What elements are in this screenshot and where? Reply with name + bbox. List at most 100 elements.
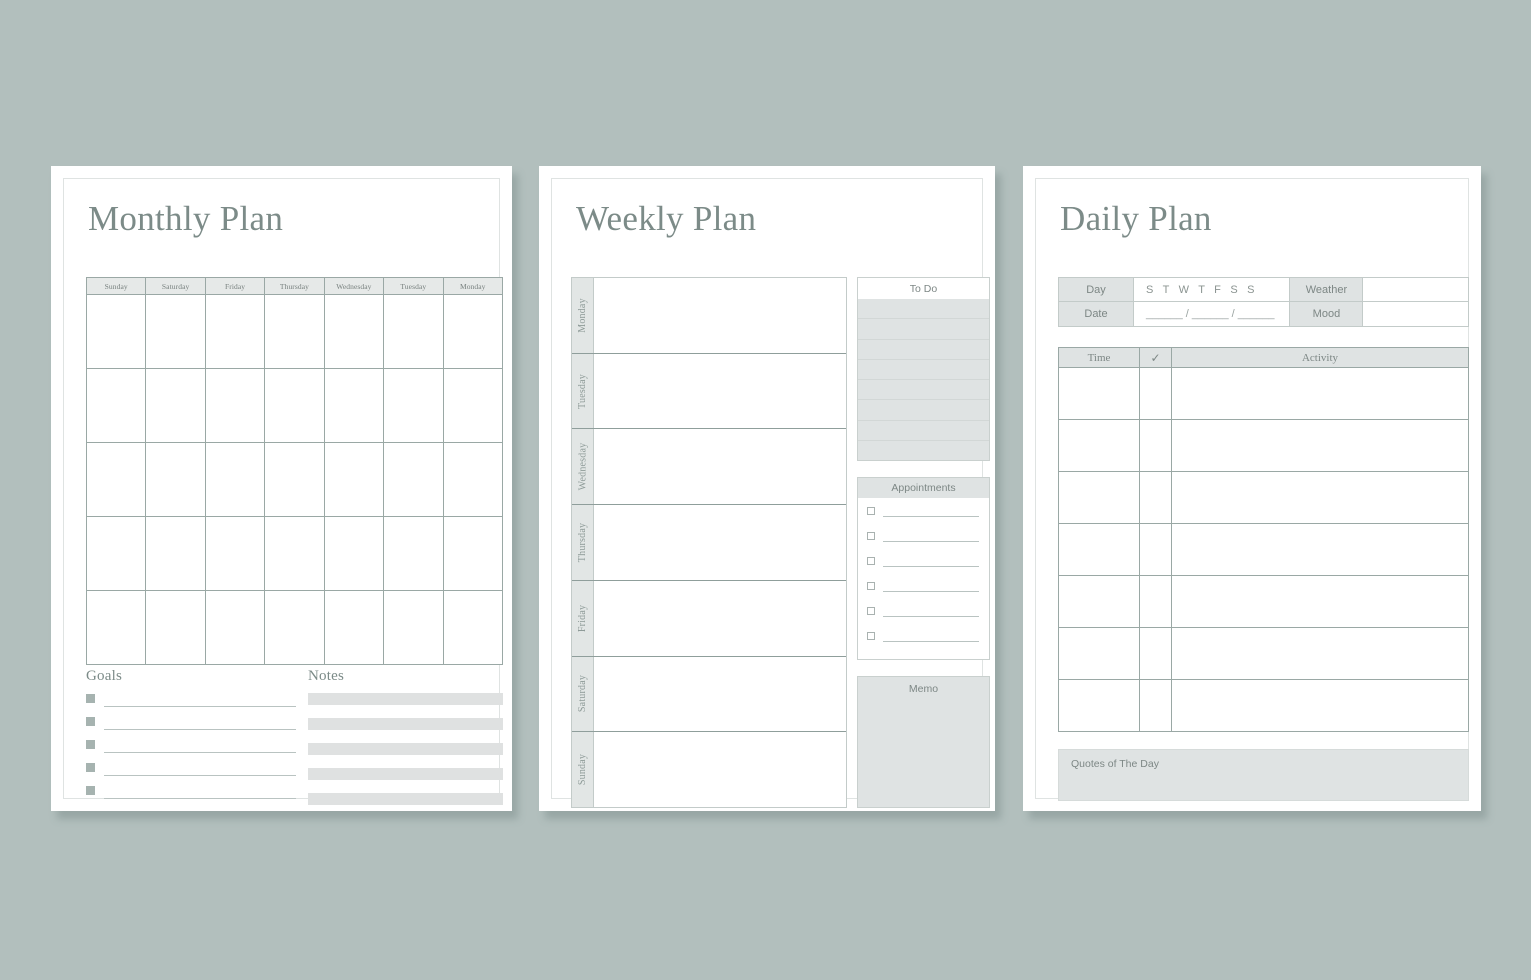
- note-input-bar[interactable]: [308, 768, 503, 780]
- activity-check-cell[interactable]: [1140, 576, 1172, 628]
- activity-activity-cell[interactable]: [1172, 680, 1468, 732]
- monthly-day-cell[interactable]: [146, 295, 206, 369]
- mood-input-value[interactable]: [1363, 302, 1469, 326]
- todo-line[interactable]: [858, 340, 989, 360]
- goal-input-line[interactable]: [104, 739, 296, 753]
- todo-line[interactable]: [858, 380, 989, 401]
- monthly-day-cell[interactable]: [205, 517, 266, 591]
- monthly-day-cell[interactable]: [87, 295, 147, 369]
- monthly-day-cell[interactable]: [87, 443, 147, 517]
- goal-item[interactable]: [86, 785, 296, 808]
- goal-item[interactable]: [86, 739, 296, 762]
- monthly-day-cell[interactable]: [265, 591, 325, 665]
- appointment-item[interactable]: [867, 530, 979, 555]
- appointment-input-line[interactable]: [883, 580, 979, 592]
- todo-line[interactable]: [858, 360, 989, 380]
- appointment-item[interactable]: [867, 505, 979, 530]
- monthly-day-cell[interactable]: [265, 443, 325, 517]
- monthly-day-cell[interactable]: [384, 369, 444, 443]
- todo-line[interactable]: [858, 319, 989, 340]
- monthly-day-cell[interactable]: [443, 591, 503, 665]
- monthly-day-cell[interactable]: [87, 369, 147, 443]
- todo-line[interactable]: [858, 421, 989, 441]
- monthly-day-cell[interactable]: [443, 295, 503, 369]
- weekly-day-field[interactable]: [594, 505, 846, 580]
- monthly-day-cell[interactable]: [146, 591, 206, 665]
- monthly-day-cell[interactable]: [265, 517, 325, 591]
- monthly-day-cell[interactable]: [205, 591, 266, 665]
- goal-item[interactable]: [86, 693, 296, 716]
- activity-activity-cell[interactable]: [1172, 576, 1468, 628]
- monthly-day-cell[interactable]: [146, 369, 206, 443]
- goal-input-line[interactable]: [104, 762, 296, 776]
- quotes-of-the-day-box[interactable]: Quotes of The Day: [1058, 749, 1469, 801]
- note-input-bar[interactable]: [308, 793, 503, 805]
- activity-check-cell[interactable]: [1140, 628, 1172, 680]
- activity-time-cell[interactable]: [1059, 524, 1140, 576]
- monthly-day-cell[interactable]: [205, 369, 266, 443]
- weather-input-value[interactable]: [1363, 278, 1469, 301]
- goal-input-line[interactable]: [104, 716, 296, 730]
- goal-input-line[interactable]: [104, 693, 296, 707]
- checkbox-icon[interactable]: [867, 557, 875, 565]
- checkbox-icon[interactable]: [867, 632, 875, 640]
- weekly-day-field[interactable]: [594, 429, 846, 505]
- activity-activity-cell[interactable]: [1172, 368, 1468, 420]
- appointment-item[interactable]: [867, 630, 979, 655]
- monthly-day-cell[interactable]: [324, 369, 385, 443]
- monthly-day-cell[interactable]: [205, 443, 266, 517]
- activity-check-cell[interactable]: [1140, 368, 1172, 420]
- monthly-day-cell[interactable]: [324, 295, 385, 369]
- weekly-day-field[interactable]: [594, 732, 846, 808]
- activity-check-cell[interactable]: [1140, 420, 1172, 472]
- appointment-input-line[interactable]: [883, 630, 979, 642]
- appointment-input-line[interactable]: [883, 555, 979, 567]
- activity-time-cell[interactable]: [1059, 472, 1140, 524]
- monthly-day-cell[interactable]: [87, 591, 147, 665]
- memo-box[interactable]: Memo: [857, 676, 990, 808]
- appointment-input-line[interactable]: [883, 530, 979, 542]
- checkbox-icon[interactable]: [867, 532, 875, 540]
- activity-time-cell[interactable]: [1059, 420, 1140, 472]
- weekly-day-field[interactable]: [594, 656, 846, 732]
- checkbox-icon[interactable]: [867, 582, 875, 590]
- day-letters-value[interactable]: S T W T F S S: [1134, 278, 1291, 301]
- monthly-day-cell[interactable]: [265, 295, 325, 369]
- appointment-item[interactable]: [867, 605, 979, 630]
- activity-activity-cell[interactable]: [1172, 524, 1468, 576]
- activity-activity-cell[interactable]: [1172, 420, 1468, 472]
- weekly-day-field[interactable]: [594, 278, 846, 353]
- note-input-bar[interactable]: [308, 743, 503, 755]
- monthly-day-cell[interactable]: [87, 517, 147, 591]
- monthly-day-cell[interactable]: [384, 295, 444, 369]
- note-input-bar[interactable]: [308, 693, 503, 705]
- activity-time-cell[interactable]: [1059, 628, 1140, 680]
- checkbox-icon[interactable]: [867, 507, 875, 515]
- monthly-day-cell[interactable]: [146, 517, 206, 591]
- activity-check-cell[interactable]: [1140, 680, 1172, 732]
- monthly-day-cell[interactable]: [205, 295, 266, 369]
- activity-check-cell[interactable]: [1140, 472, 1172, 524]
- monthly-day-cell[interactable]: [443, 443, 503, 517]
- goal-input-line[interactable]: [104, 785, 296, 799]
- todo-line[interactable]: [858, 400, 989, 421]
- monthly-day-cell[interactable]: [384, 517, 444, 591]
- note-input-bar[interactable]: [308, 718, 503, 730]
- activity-time-cell[interactable]: [1059, 680, 1140, 732]
- monthly-day-cell[interactable]: [324, 443, 385, 517]
- monthly-day-cell[interactable]: [146, 443, 206, 517]
- todo-line[interactable]: [858, 299, 989, 320]
- appointment-input-line[interactable]: [883, 505, 979, 517]
- activity-time-cell[interactable]: [1059, 368, 1140, 420]
- activity-activity-cell[interactable]: [1172, 628, 1468, 680]
- activity-time-cell[interactable]: [1059, 576, 1140, 628]
- monthly-day-cell[interactable]: [324, 591, 385, 665]
- todo-line[interactable]: [858, 441, 989, 460]
- appointment-item[interactable]: [867, 555, 979, 580]
- appointment-item[interactable]: [867, 580, 979, 605]
- monthly-day-cell[interactable]: [443, 517, 503, 591]
- monthly-day-cell[interactable]: [384, 443, 444, 517]
- activity-activity-cell[interactable]: [1172, 472, 1468, 524]
- monthly-day-cell[interactable]: [384, 591, 444, 665]
- monthly-day-cell[interactable]: [265, 369, 325, 443]
